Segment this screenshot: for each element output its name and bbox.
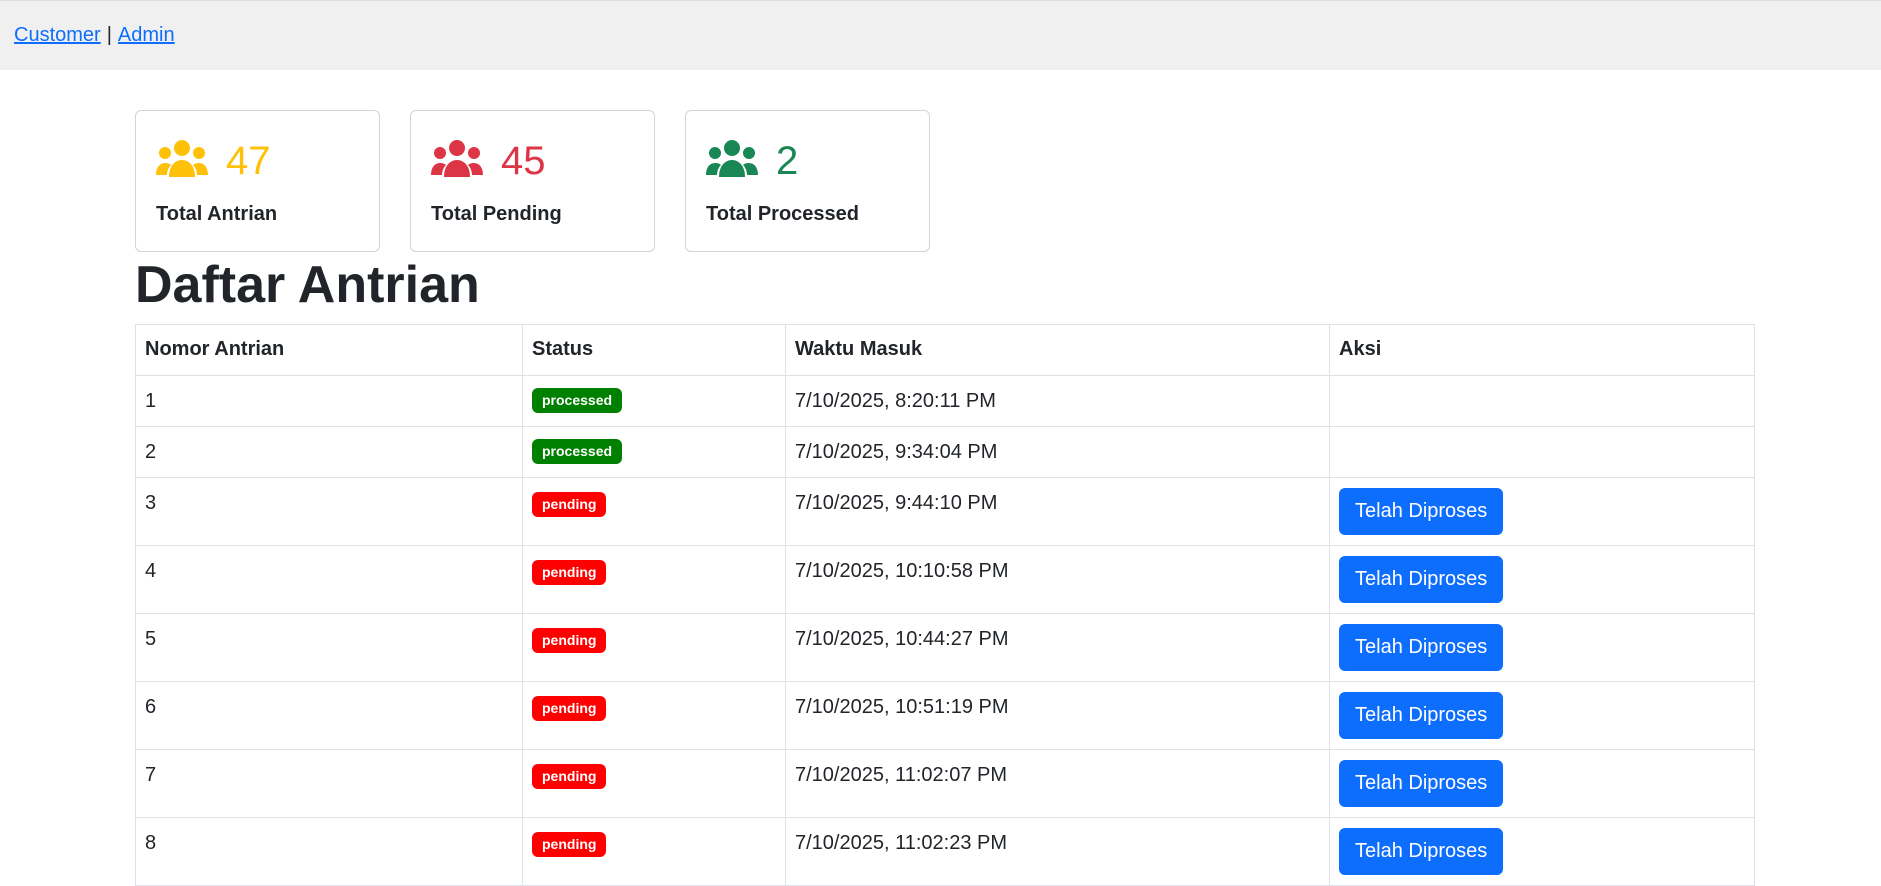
status-cell: pending	[522, 748, 786, 818]
status-cell: pending	[522, 476, 786, 546]
users-icon	[706, 140, 758, 177]
stat-label: Total Antrian	[156, 203, 278, 225]
action-cell: Telah Diproses	[1329, 544, 1755, 614]
stat-card-total-pending: 45 Total Pending	[410, 110, 655, 252]
queue-number-cell: 3	[135, 476, 523, 546]
queue-number-cell: 2	[135, 425, 523, 478]
top-nav: Customer | Admin	[0, 0, 1881, 70]
stat-label: Total Processed	[706, 203, 860, 225]
status-cell: pending	[522, 680, 786, 750]
stat-card-total-processed: 2 Total Processed	[685, 110, 930, 252]
table-row: 5 pending 7/10/2025, 10:44:27 PM Telah Dipr…	[135, 612, 1755, 682]
status-badge: processed	[532, 387, 623, 413]
action-cell	[1329, 374, 1755, 427]
action-cell: Telah Diproses	[1329, 748, 1755, 818]
status-badge: processed	[532, 438, 623, 464]
entry-time-cell: 7/10/2025, 9:44:10 PM	[785, 476, 1330, 546]
entry-time-cell: 7/10/2025, 8:20:11 PM	[785, 374, 1330, 427]
action-cell: Telah Diproses	[1329, 680, 1755, 750]
entry-time-cell: 7/10/2025, 9:34:04 PM	[785, 425, 1330, 478]
status-cell: pending	[522, 544, 786, 614]
status-badge: pending	[532, 627, 607, 653]
queue-number-cell: 1	[135, 374, 523, 427]
status-badge: pending	[532, 831, 607, 857]
status-badge: pending	[532, 491, 607, 517]
page-title: Daftar Antrian	[135, 256, 480, 314]
entry-time-cell: 7/10/2025, 11:02:07 PM	[785, 748, 1330, 818]
table-row: 1 processed 7/10/2025, 8:20:11 PM	[135, 374, 1755, 427]
stat-card-total-antrian: 47 Total Antrian	[135, 110, 380, 252]
table-row: 8 pending 7/10/2025, 11:02:23 PM Telah Dipr…	[135, 816, 1755, 886]
stat-value: 45	[501, 139, 546, 183]
status-badge: pending	[532, 559, 607, 585]
queue-number-cell: 6	[135, 680, 523, 750]
queue-number-cell: 8	[135, 816, 523, 886]
entry-time-cell: 7/10/2025, 10:10:58 PM	[785, 544, 1330, 614]
mark-processed-button[interactable]: Telah Diproses	[1339, 759, 1504, 807]
table-row: 6 pending 7/10/2025, 10:51:19 PM Telah Dipr…	[135, 680, 1755, 750]
table-row: 7 pending 7/10/2025, 11:02:07 PM Telah Dipr…	[135, 748, 1755, 818]
mark-processed-button[interactable]: Telah Diproses	[1339, 827, 1504, 875]
queue-number-cell: 5	[135, 612, 523, 682]
status-cell: processed	[522, 374, 786, 427]
action-cell	[1329, 425, 1755, 478]
status-badge: pending	[532, 695, 607, 721]
status-badge: pending	[532, 763, 607, 789]
status-cell: pending	[522, 612, 786, 682]
customer-link[interactable]: Customer	[14, 24, 101, 47]
column-header-nomor: Nomor Antrian	[135, 323, 523, 376]
column-header-waktu: Waktu Masuk	[785, 323, 1330, 376]
table-row: 2 processed 7/10/2025, 9:34:04 PM	[135, 425, 1755, 478]
admin-link[interactable]: Admin	[118, 24, 175, 47]
mark-processed-button[interactable]: Telah Diproses	[1339, 487, 1504, 535]
queue-number-cell: 7	[135, 748, 523, 818]
main-content: 47 Total Antrian 45 Total Pending 2 Tota…	[135, 110, 1755, 886]
table-row: 4 pending 7/10/2025, 10:10:58 PM Telah Dipr…	[135, 544, 1755, 614]
mark-processed-button[interactable]: Telah Diproses	[1339, 555, 1504, 603]
status-cell: pending	[522, 816, 786, 886]
action-cell: Telah Diproses	[1329, 612, 1755, 682]
users-icon	[431, 140, 483, 177]
queue-table: Nomor Antrian Status Waktu Masuk Aksi 1p…	[135, 323, 1755, 886]
stat-value: 2	[776, 139, 799, 183]
entry-time-cell: 7/10/2025, 10:44:27 PM	[785, 612, 1330, 682]
entry-time-cell: 7/10/2025, 11:02:23 PM	[785, 816, 1330, 886]
column-header-status: Status	[522, 323, 786, 376]
users-icon	[156, 140, 208, 177]
action-cell: Telah Diproses	[1329, 476, 1755, 546]
table-row: 3 pending 7/10/2025, 9:44:10 PM Telah Dipro…	[135, 476, 1755, 546]
queue-number-cell: 4	[135, 544, 523, 614]
action-cell: Telah Diproses	[1329, 816, 1755, 886]
stat-value: 47	[226, 139, 271, 183]
mark-processed-button[interactable]: Telah Diproses	[1339, 691, 1504, 739]
status-cell: processed	[522, 425, 786, 478]
stats-cards: 47 Total Antrian 45 Total Pending 2 Tota…	[135, 110, 1755, 252]
nav-separator: |	[106, 24, 112, 46]
entry-time-cell: 7/10/2025, 10:51:19 PM	[785, 680, 1330, 750]
table-header-row: Nomor Antrian Status Waktu Masuk Aksi	[135, 323, 1755, 376]
stat-label: Total Pending	[431, 203, 562, 225]
column-header-aksi: Aksi	[1329, 323, 1755, 376]
mark-processed-button[interactable]: Telah Diproses	[1339, 623, 1504, 671]
